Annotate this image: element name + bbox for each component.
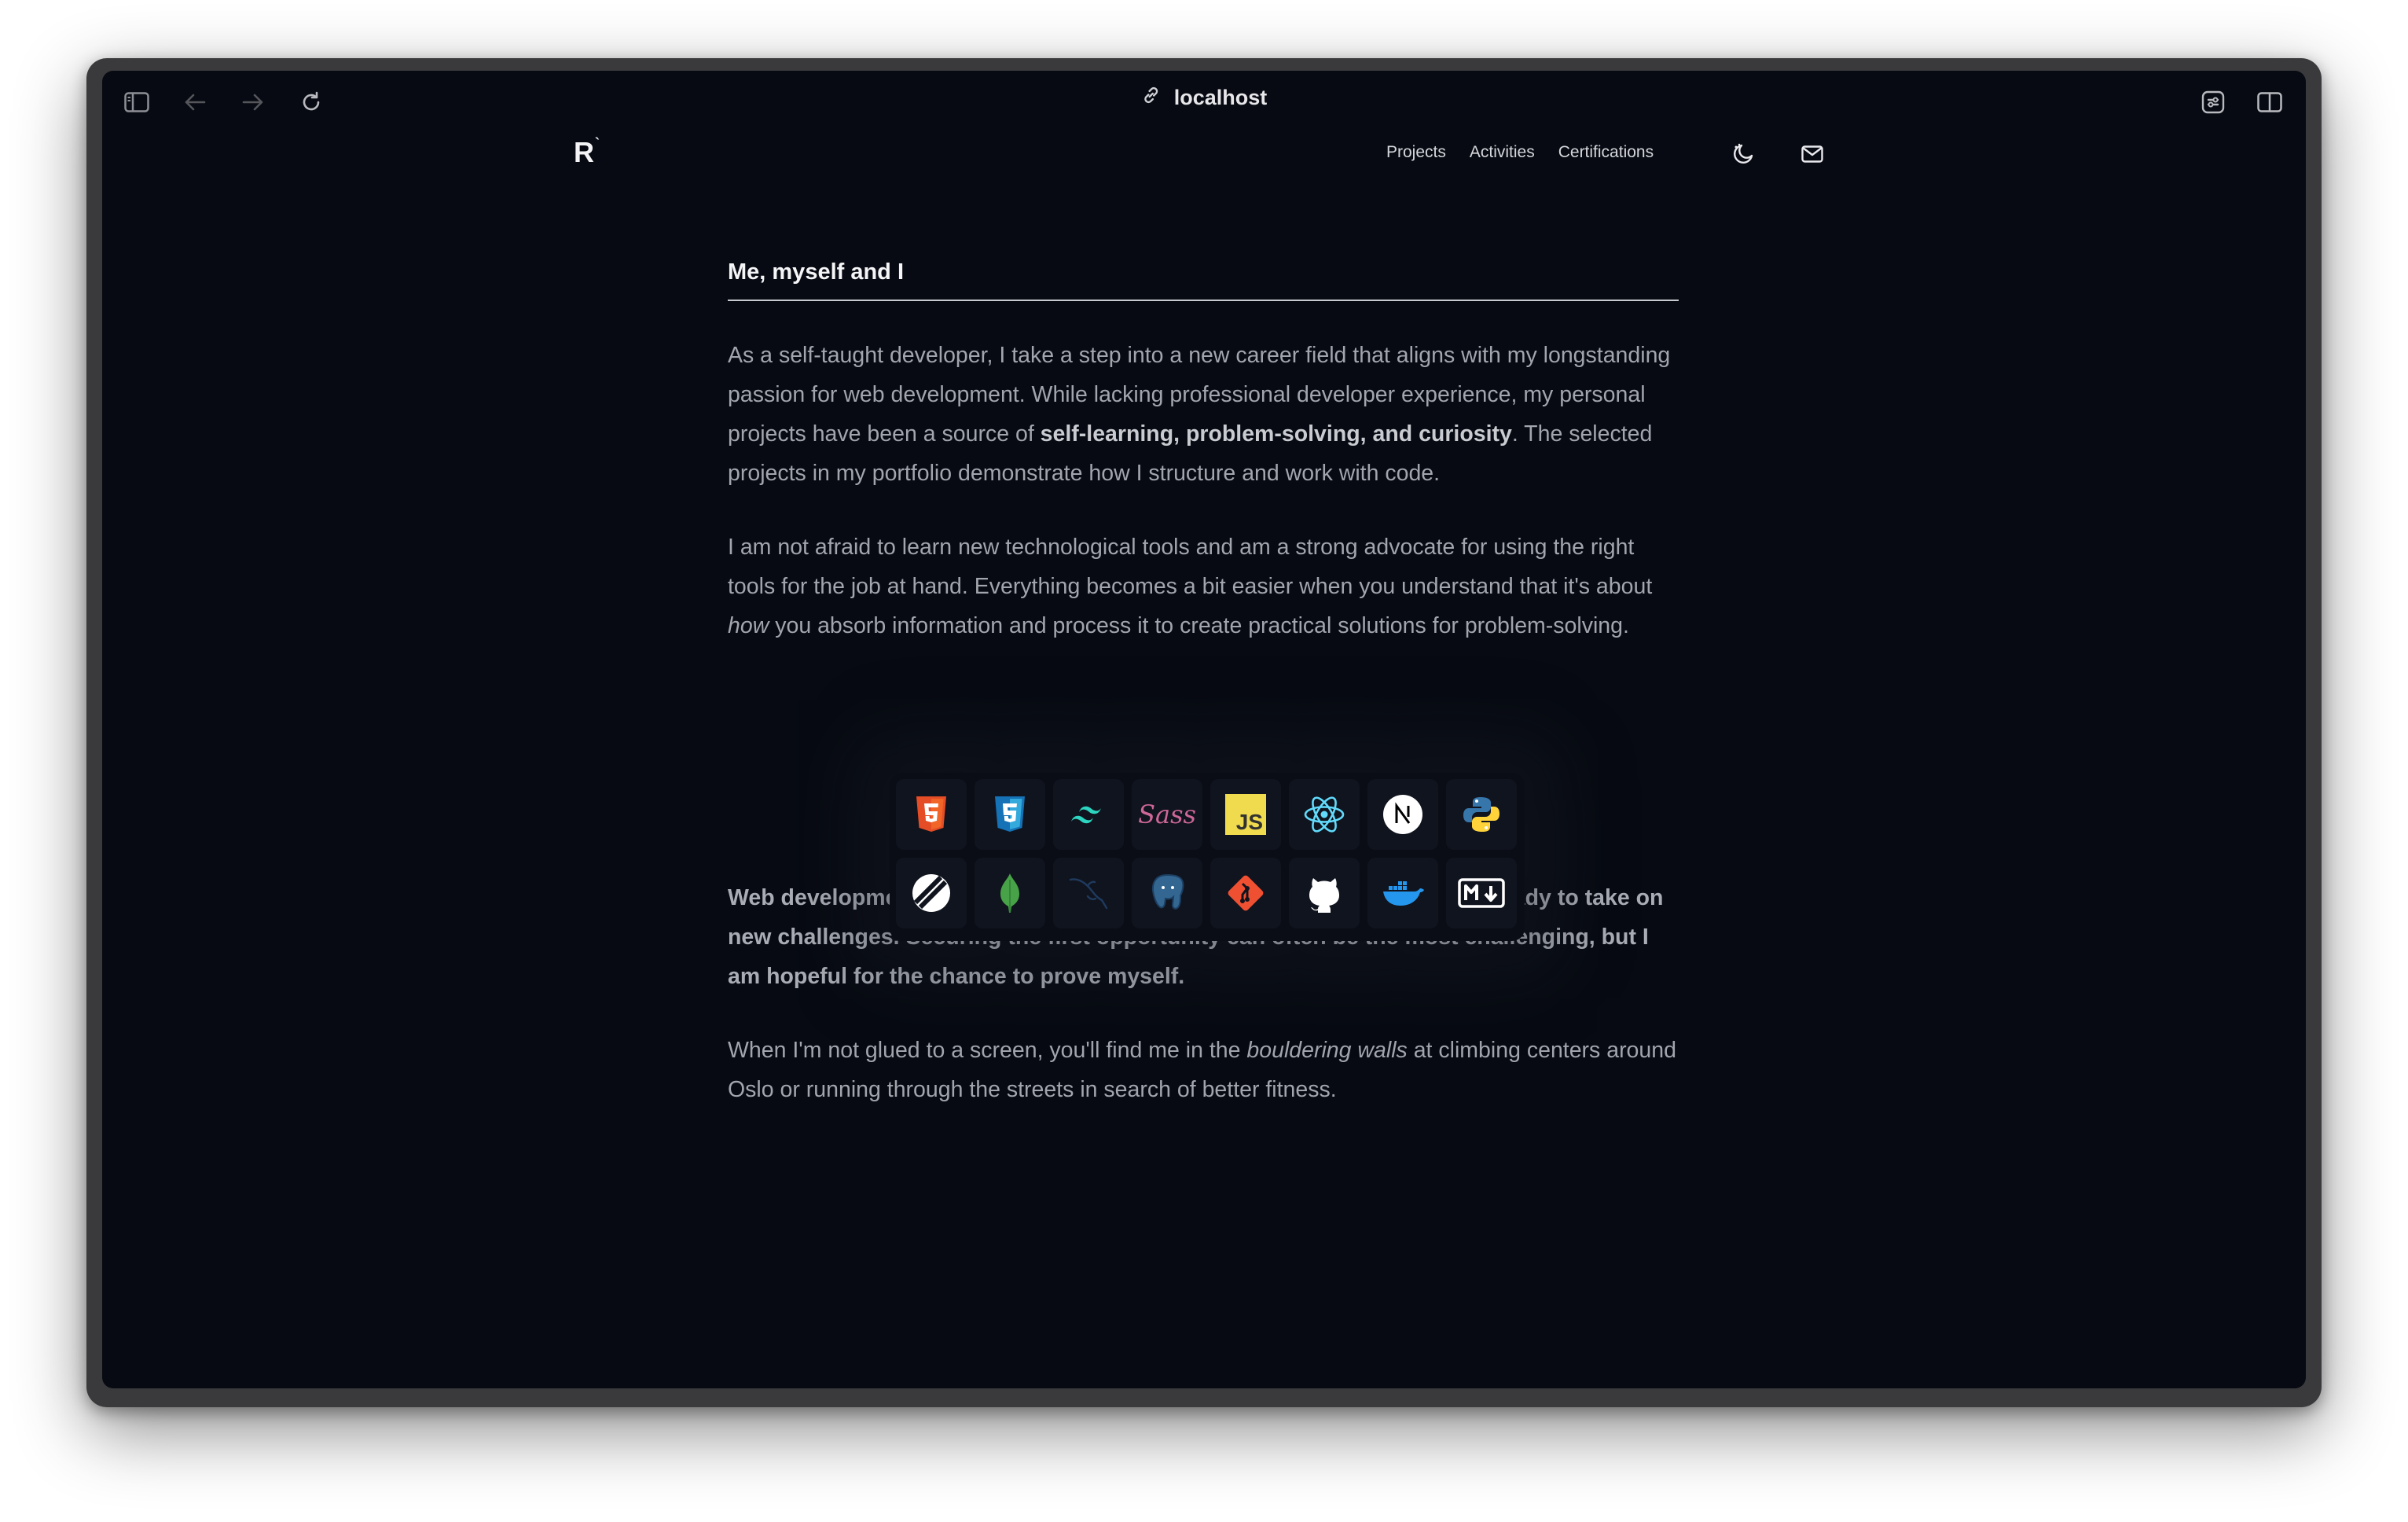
react-icon bbox=[1289, 779, 1360, 850]
tools-emphasis: how bbox=[728, 613, 769, 638]
browser-toolbar: localhost bbox=[102, 71, 2306, 132]
github-icon bbox=[1289, 858, 1360, 928]
tools-text-end: you absorb information and process it to… bbox=[769, 613, 1629, 638]
mongodb-icon bbox=[975, 858, 1045, 928]
split-view-icon[interactable] bbox=[2254, 86, 2285, 118]
postgresql-icon bbox=[1132, 858, 1202, 928]
sidebar-toggle-icon[interactable] bbox=[121, 86, 152, 118]
intro-paragraph: As a self-taught developer, I take a ste… bbox=[728, 336, 1679, 493]
about-section: Me, myself and I As a self-taught develo… bbox=[728, 259, 1679, 1109]
browser-window: localhost R ` Projects Activities Certif… bbox=[102, 71, 2306, 1388]
main-nav: Projects Activities Certifications bbox=[1386, 143, 1654, 162]
link-icon bbox=[1141, 85, 1162, 111]
python-icon bbox=[1446, 779, 1517, 850]
hobbies-text: When I'm not glued to a screen, you'll f… bbox=[728, 1038, 1247, 1063]
site-logo[interactable]: R ` bbox=[569, 135, 604, 170]
tailwind-icon bbox=[1053, 779, 1124, 850]
extensions-icon[interactable] bbox=[2197, 86, 2229, 118]
nav-activities[interactable]: Activities bbox=[1470, 143, 1535, 162]
sass-icon: Sass bbox=[1132, 779, 1202, 850]
theme-toggle-icon[interactable] bbox=[1729, 140, 1757, 168]
reload-icon[interactable] bbox=[295, 86, 327, 118]
url-text: localhost bbox=[1173, 86, 1268, 109]
tech-stack-grid: Sass JS bbox=[890, 773, 1525, 941]
forward-arrow-icon[interactable] bbox=[237, 86, 269, 118]
css3-icon bbox=[975, 779, 1045, 850]
hobbies-emphasis: bouldering walls bbox=[1246, 1038, 1408, 1063]
address-bar[interactable]: localhost bbox=[1141, 85, 1268, 111]
logo-accent-icon: ` bbox=[595, 134, 600, 151]
nextjs-icon bbox=[1367, 779, 1438, 850]
markdown-icon bbox=[1446, 858, 1517, 928]
git-icon bbox=[1210, 858, 1281, 928]
back-arrow-icon[interactable] bbox=[179, 86, 211, 118]
page-title: Me, myself and I bbox=[728, 259, 1679, 301]
html5-icon bbox=[896, 779, 967, 850]
tools-text: I am not afraid to learn new technologic… bbox=[728, 535, 1653, 599]
javascript-icon: JS bbox=[1210, 779, 1281, 850]
tools-paragraph: I am not afraid to learn new technologic… bbox=[728, 528, 1679, 645]
intro-bold-text: self-learning, problem-solving, and curi… bbox=[1040, 421, 1512, 447]
mysql-icon bbox=[1053, 858, 1124, 928]
hobbies-paragraph: When I'm not glued to a screen, you'll f… bbox=[728, 1031, 1679, 1109]
planetscale-icon bbox=[896, 858, 967, 928]
nav-projects[interactable]: Projects bbox=[1386, 143, 1446, 162]
mail-icon[interactable] bbox=[1798, 140, 1826, 168]
docker-icon bbox=[1367, 858, 1438, 928]
logo-letter: R bbox=[574, 136, 594, 168]
nav-certifications[interactable]: Certifications bbox=[1558, 143, 1654, 162]
